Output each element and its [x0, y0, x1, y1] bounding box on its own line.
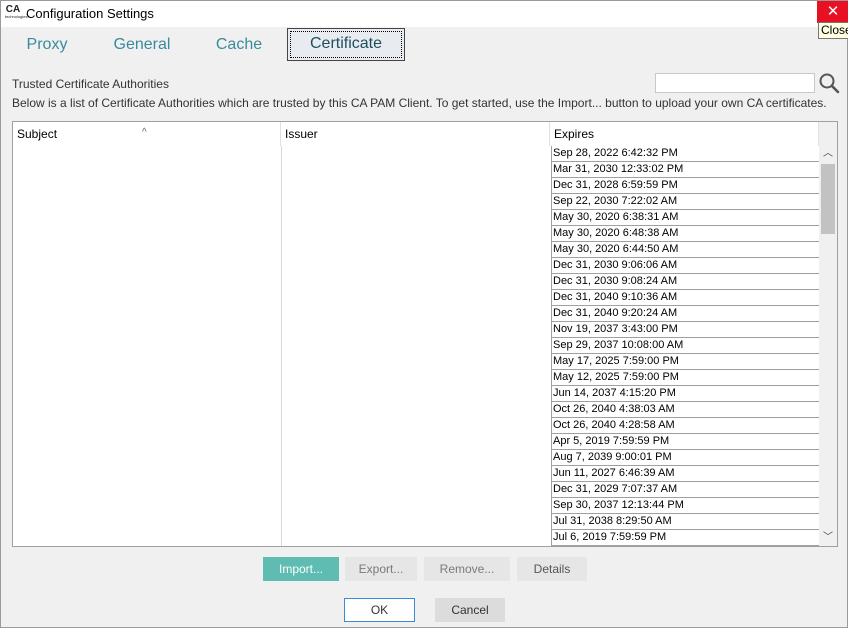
ok-button[interactable]: OK: [344, 598, 415, 622]
table-row[interactable]: Dec 31, 2028 6:59:59 PM: [551, 178, 819, 194]
column-header-label: Expires: [554, 127, 595, 141]
table-row[interactable]: Oct 26, 2040 4:38:03 AM: [551, 402, 819, 418]
table-row[interactable]: May 30, 2020 6:38:31 AM: [551, 210, 819, 226]
tab-proxy[interactable]: Proxy: [8, 28, 86, 62]
header-corner: [819, 122, 837, 146]
export-button[interactable]: Export...: [345, 557, 417, 581]
column-header-label: Issuer: [285, 127, 318, 141]
section-label: Trusted Certificate Authorities: [12, 77, 169, 91]
table-row[interactable]: Jul 31, 2038 8:29:50 AM: [551, 514, 819, 530]
table-row[interactable]: Sep 29, 2037 10:08:00 AM: [551, 338, 819, 354]
window-title: Configuration Settings: [26, 6, 154, 21]
table-row[interactable]: Jun 11, 2027 6:46:39 AM: [551, 466, 819, 482]
chevron-down-icon[interactable]: ﹀: [819, 530, 837, 546]
table-row[interactable]: May 12, 2025 7:59:00 PM: [551, 370, 819, 386]
close-icon: ✕: [826, 3, 840, 20]
table-row[interactable]: Dec 31, 2040 9:20:24 AM: [551, 306, 819, 322]
table-row[interactable]: May 30, 2020 6:44:50 AM: [551, 242, 819, 258]
table-row[interactable]: May 30, 2020 6:48:38 AM: [551, 226, 819, 242]
tab-certificate[interactable]: Certificate: [287, 28, 405, 61]
scrollbar-thumb[interactable]: [821, 164, 835, 234]
table-row[interactable]: Sep 28, 2022 6:42:32 PM: [551, 146, 819, 162]
table-row[interactable]: Dec 31, 2030 9:06:06 AM: [551, 258, 819, 274]
chevron-up-icon[interactable]: ︿: [819, 146, 837, 162]
table-row[interactable]: Oct 26, 2040 4:28:58 AM: [551, 418, 819, 434]
table-row[interactable]: Dec 31, 2030 9:08:24 AM: [551, 274, 819, 290]
table-row[interactable]: Dec 31, 2040 9:10:36 AM: [551, 290, 819, 306]
table-header: Subject ^ Issuer Expires: [13, 122, 819, 146]
table-row[interactable]: Jun 14, 2037 4:15:20 PM: [551, 386, 819, 402]
table-row[interactable]: Apr 5, 2019 7:59:59 PM: [551, 434, 819, 450]
column-header-subject[interactable]: Subject ^: [13, 122, 281, 146]
ca-logo-icon: CA technologies: [5, 5, 28, 21]
tab-cache[interactable]: Cache: [197, 28, 281, 62]
section-description: Below is a list of Certificate Authoriti…: [12, 96, 827, 110]
details-button[interactable]: Details: [517, 557, 587, 581]
table-row[interactable]: Sep 22, 2030 7:22:02 AM: [551, 194, 819, 210]
close-button[interactable]: ✕: [817, 1, 848, 23]
table-row[interactable]: Nov 19, 2037 3:43:00 PM: [551, 322, 819, 338]
table-row[interactable]: Jul 6, 2019 7:59:59 PM: [551, 530, 819, 546]
search-input[interactable]: [655, 73, 815, 93]
configuration-settings-window: CA technologies Configuration Settings ✕…: [0, 0, 848, 628]
column-header-issuer[interactable]: Issuer: [281, 122, 550, 146]
certificate-table: Subject ^ Issuer Expires Sep 28, 2022 6:…: [12, 121, 838, 547]
table-row[interactable]: Mar 31, 2030 12:33:02 PM: [551, 162, 819, 178]
logo-subtext: technologies: [5, 14, 28, 19]
table-row[interactable]: Sep 30, 2037 12:13:44 PM: [551, 498, 819, 514]
column-divider: [281, 146, 282, 546]
vertical-scrollbar[interactable]: ︿ ﹀: [819, 146, 837, 546]
table-row[interactable]: May 17, 2025 7:59:00 PM: [551, 354, 819, 370]
table-row[interactable]: Aug 7, 2039 9:00:01 PM: [551, 450, 819, 466]
tab-bar: Proxy General Cache Certificate: [1, 28, 848, 62]
title-bar: CA technologies Configuration Settings ✕…: [1, 1, 848, 39]
cancel-button[interactable]: Cancel: [435, 598, 505, 622]
sort-ascending-icon: ^: [142, 127, 147, 138]
search-icon[interactable]: [818, 72, 840, 94]
expires-column-cells: Sep 28, 2022 6:42:32 PM Mar 31, 2030 12:3…: [551, 146, 819, 546]
column-header-expires[interactable]: Expires: [550, 122, 819, 146]
table-row[interactable]: Dec 31, 2029 7:07:37 AM: [551, 482, 819, 498]
remove-button[interactable]: Remove...: [424, 557, 510, 581]
tab-general[interactable]: General: [96, 28, 188, 62]
import-button[interactable]: Import...: [263, 557, 339, 581]
column-header-label: Subject: [17, 127, 58, 141]
